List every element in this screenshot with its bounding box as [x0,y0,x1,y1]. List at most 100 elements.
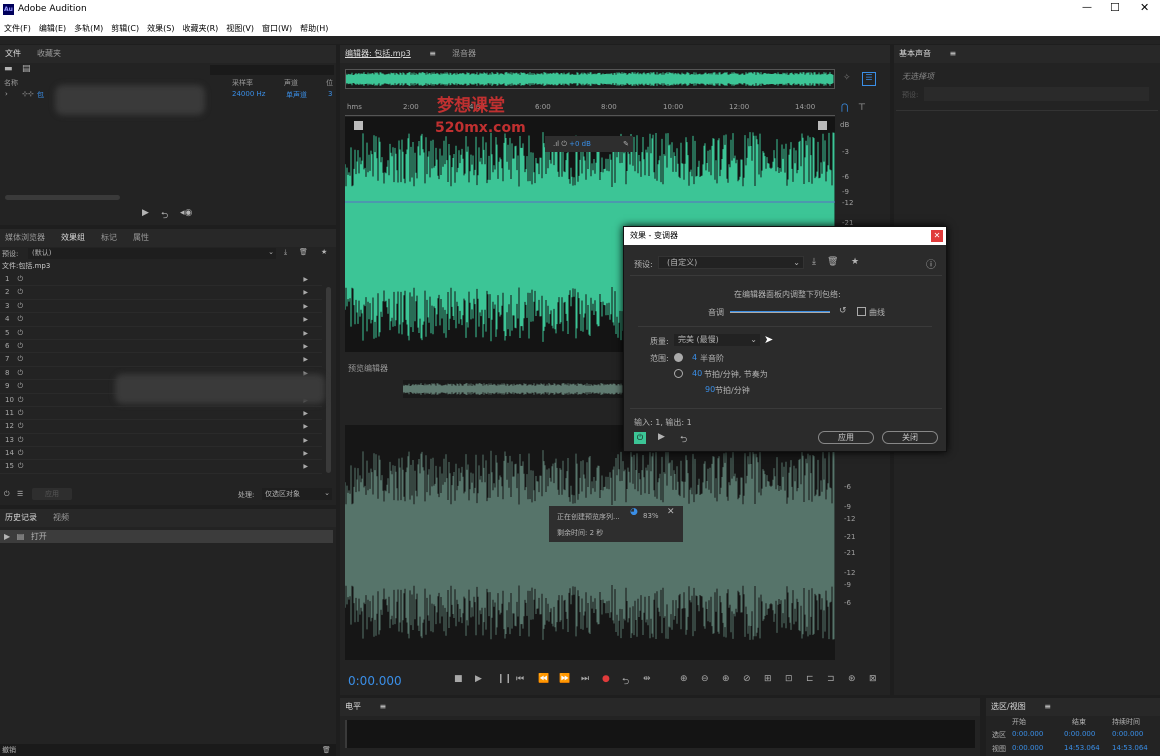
tab-files[interactable]: 文件 [5,49,21,58]
view-end[interactable]: 14:53.064 [1064,744,1100,752]
menu-multitrack[interactable]: 多轨(M) [70,20,107,34]
folder-open-icon[interactable]: ▬ [4,64,13,74]
info-icon[interactable]: ⓘ [926,256,936,271]
effect-slot[interactable]: 12 ⏻ ▶ [0,420,322,434]
tab-editor[interactable]: 编辑器: 包括.mp3 ≡ [345,49,436,58]
effect-slot[interactable]: 11 ⏻ ▶ [0,407,322,421]
tab-history[interactable]: 历史记录 [5,513,37,522]
preview-overview[interactable] [402,380,623,398]
tab-properties[interactable]: 属性 [133,233,149,242]
menu-help[interactable]: 帮助(H) [296,20,332,34]
play-icon[interactable]: ▶ [475,674,482,684]
effect-slot[interactable]: 4 ⏻ ▶ [0,313,322,327]
preview-play-icon[interactable]: ▶ [658,432,665,442]
power-icon[interactable]: ⏻ [17,342,23,350]
tab-favorites[interactable]: 收藏夹 [37,49,61,58]
menu-file[interactable]: 文件(F) [0,20,35,34]
view-duration[interactable]: 14:53.064 [1112,744,1148,752]
range-radio-semitones[interactable] [674,353,683,362]
time-display[interactable]: 0:00.000 [348,674,402,688]
import-icon[interactable]: ▤ [22,64,31,74]
hud-gain[interactable]: .ıl ⏻ +0 dB ✎ [545,136,633,152]
bpm-range-value[interactable]: 40 [692,369,702,378]
selection-end[interactable]: 0:00.000 [1064,730,1095,738]
zoom-selection-icon[interactable]: ⊡ [785,674,793,684]
quality-select[interactable]: 完美 (最慢) ⌄ [674,334,760,346]
power-icon[interactable]: ⏻ [17,288,23,296]
master-power-icon[interactable]: ⏻ [4,490,10,499]
apply-effect-button[interactable]: 应用 [818,431,874,444]
effect-slot[interactable]: 15 ⏻ ▶ [0,460,322,474]
zoom-playhead-icon[interactable]: ⊛ [848,674,856,684]
dialog-save-preset-icon[interactable]: ⤓ [812,257,816,267]
col-bits[interactable]: 位 [326,78,333,88]
power-icon[interactable]: ⏻ [18,449,24,457]
effect-slot[interactable]: 6 ⏻ ▶ [0,340,322,354]
menu-edit[interactable]: 编辑(E) [35,20,70,34]
menu-clip[interactable]: 剪辑(C) [107,20,143,34]
zoom-out-amplitude-icon[interactable]: ⊖ [701,674,709,684]
effect-slot[interactable]: 7 ⏻ ▶ [0,353,322,367]
save-preset-icon[interactable]: ⤓ [284,248,287,257]
maximize-icon[interactable]: ☐ [1110,1,1120,14]
stop-icon[interactable]: ■ [454,674,463,684]
expand-icon[interactable]: › [5,90,8,98]
power-icon[interactable]: ⏻ [17,302,23,310]
preview-loop-icon[interactable]: ⮌ [680,432,687,448]
es-preset-select[interactable] [924,87,1149,101]
zoom-reset-icon[interactable]: ⊠ [869,674,877,684]
menu-view[interactable]: 视图(V) [222,20,258,34]
power-icon[interactable]: ⏻ [18,462,24,470]
col-channel[interactable]: 声道 [284,78,298,88]
spectral-toggle-icon[interactable]: ☰ [862,72,876,86]
menu-effects[interactable]: 效果(S) [143,20,178,34]
effects-scrollbar[interactable] [326,287,331,473]
fade-out-handle-icon[interactable] [818,121,827,130]
zoom-in-time-icon[interactable]: ⊕ [722,674,730,684]
process-select[interactable]: 仅选区对象 ⌄ [262,488,332,500]
effect-slot[interactable]: 14 ⏻ ▶ [0,447,322,461]
power-icon[interactable]: ⏻ [18,396,24,404]
tab-media-browser[interactable]: 媒体浏览器 [5,233,45,242]
preset-select[interactable]: (默认) ⌄ [28,248,276,259]
dialog-preset-select[interactable]: (自定义) ⌄ [658,256,804,269]
effect-power-icon[interactable]: ⏻ [634,432,646,444]
favorite-star-icon[interactable]: ★ [321,248,327,256]
list-icon[interactable]: ☰ [17,490,23,498]
delete-preset-icon[interactable]: 🗑 [299,248,308,256]
zoom-full-icon[interactable]: ⊞ [764,674,772,684]
loop-icon[interactable]: ⮌ [161,208,168,224]
curve-checkbox[interactable] [857,307,866,316]
preview-waveform[interactable] [344,425,835,660]
pin-icon[interactable]: ⊤ [858,103,866,113]
view-start[interactable]: 0:00.000 [1012,744,1043,752]
fast-forward-icon[interactable]: ⏩ [559,674,570,684]
effect-slot[interactable]: 1 ⏻ ▶ [0,273,322,287]
play-icon[interactable]: ▶ [142,208,149,218]
effect-slot[interactable]: 2 ⏻ ▶ [0,286,322,300]
effect-slot[interactable]: 3 ⏻ ▶ [0,300,322,314]
menu-window[interactable]: 窗口(W) [258,20,296,34]
tab-video[interactable]: 视频 [53,513,69,522]
power-icon[interactable]: ⏻ [17,355,23,363]
semitones-value[interactable]: 4 [692,353,697,362]
zoom-in-amplitude-icon[interactable]: ⊕ [680,674,688,684]
overview-waveform[interactable] [345,69,835,89]
loop-playback-icon[interactable]: ⮌ [622,674,629,690]
range-radio-bpm[interactable] [674,369,683,378]
go-start-icon[interactable]: ⏮ [516,674,524,684]
selection-start[interactable]: 0:00.000 [1012,730,1043,738]
autoplay-icon[interactable]: ◂◉ [180,208,192,218]
zoom-right-icon[interactable]: ⊐ [827,674,835,684]
close-icon[interactable]: ✕ [1140,1,1149,14]
effect-slot[interactable]: 13 ⏻ ▶ [0,434,322,448]
dialog-close-icon[interactable]: ✕ [931,230,943,242]
skip-selection-icon[interactable]: ⇹ [643,674,651,684]
progress-close-icon[interactable]: ✕ [667,507,675,517]
dialog-delete-preset-icon[interactable]: 🗑 [827,257,838,267]
power-icon[interactable]: ⏻ [18,436,24,444]
minimize-icon[interactable]: — [1082,2,1092,13]
apply-button[interactable]: 应用 [32,488,72,500]
gain-knob-icon[interactable]: ⏻ [561,140,567,148]
pause-icon[interactable]: ❙❙ [497,674,512,684]
